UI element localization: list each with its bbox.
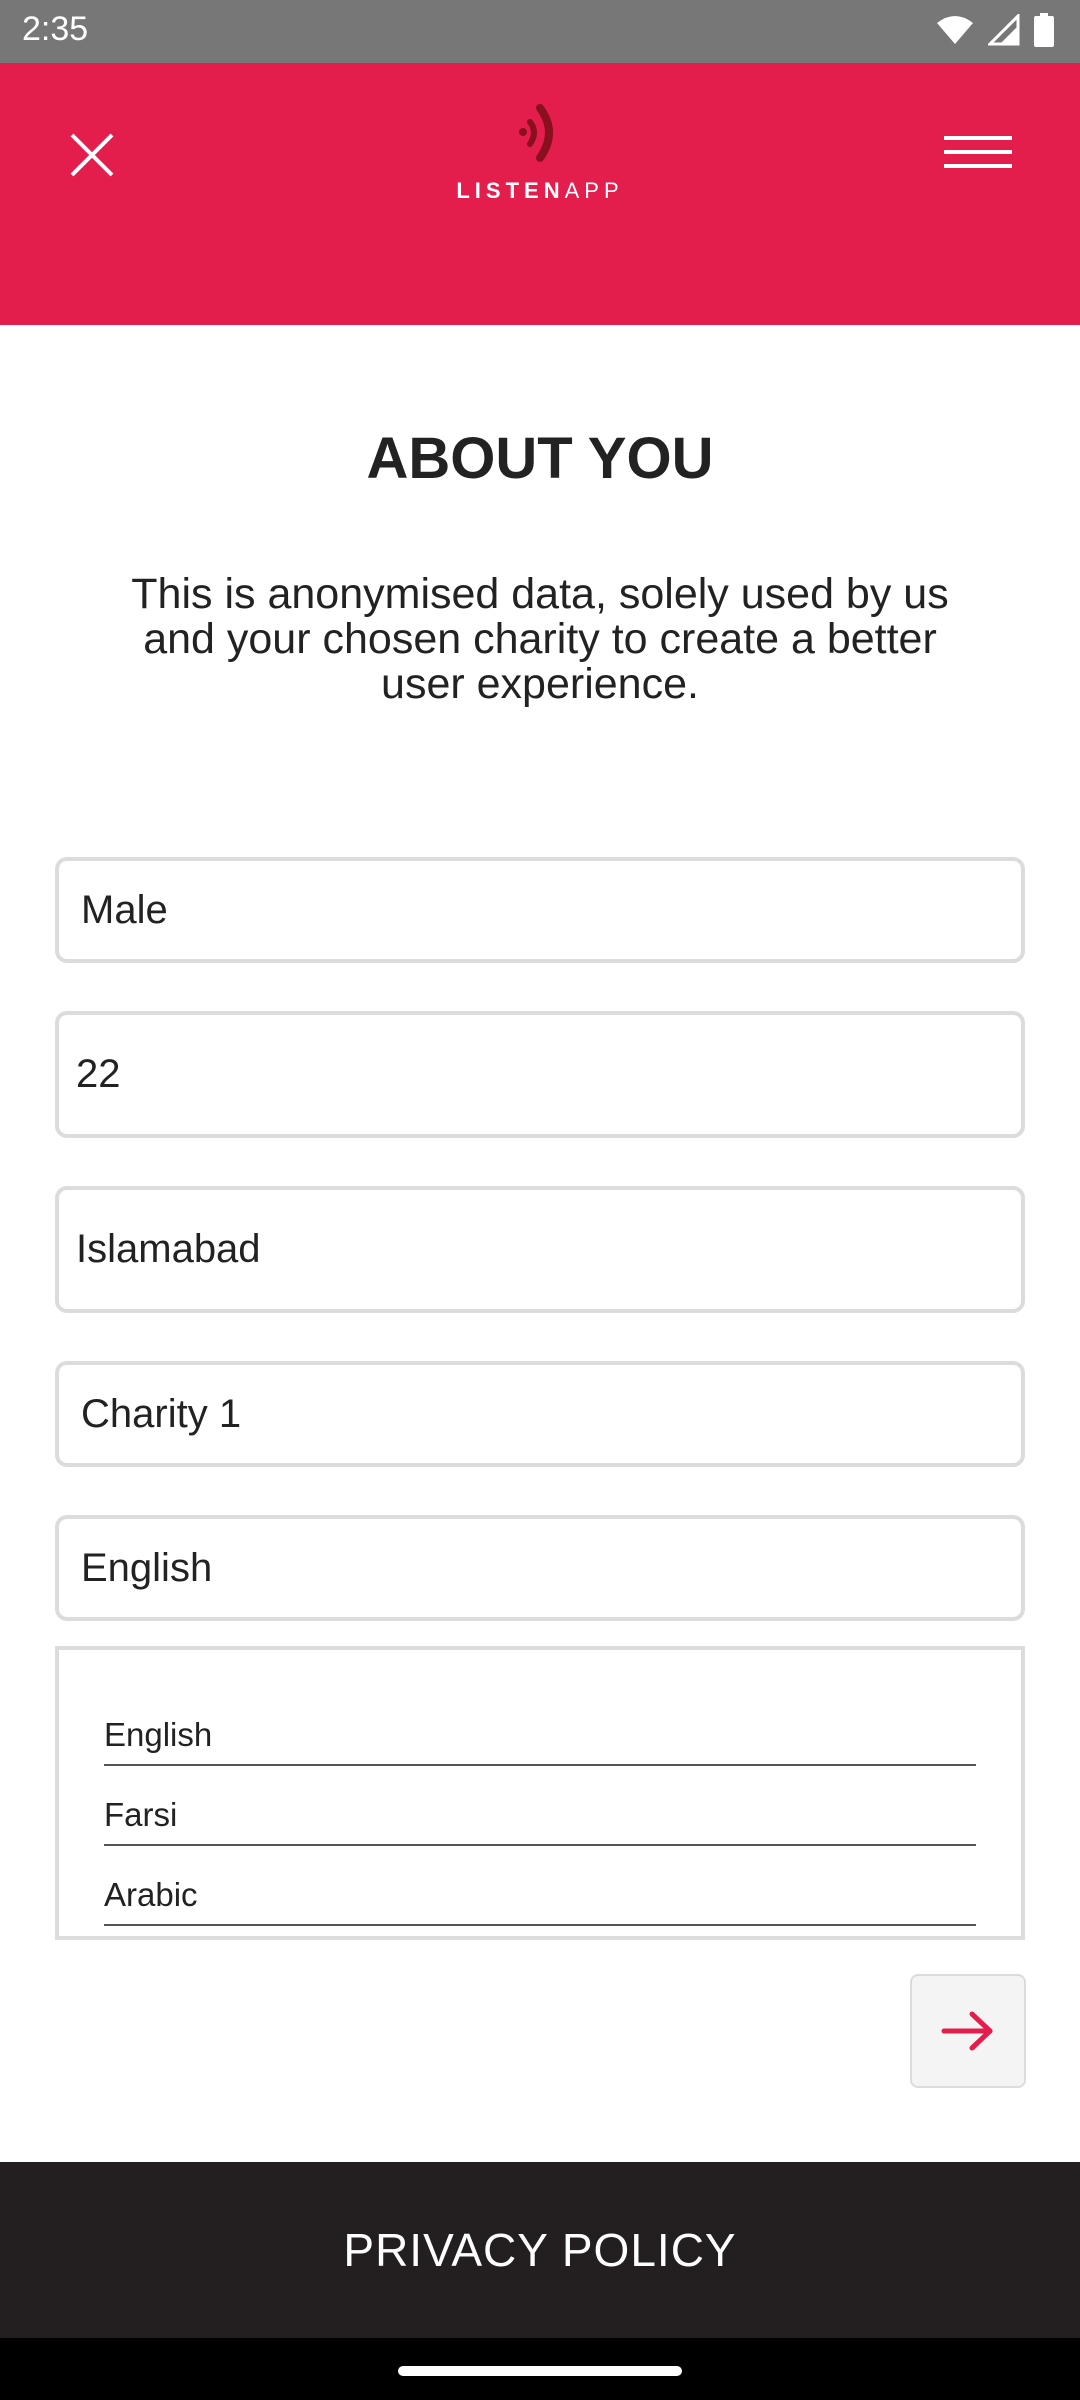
footer: PRIVACY POLICY xyxy=(0,2162,1080,2338)
gender-field[interactable]: Male xyxy=(55,857,1025,963)
language-option-arabic[interactable]: Arabic xyxy=(104,1846,976,1926)
privacy-policy-link[interactable]: PRIVACY POLICY xyxy=(343,2223,736,2277)
wifi-icon xyxy=(936,15,974,50)
status-bar: 2:35 xyxy=(0,0,1080,63)
next-button[interactable] xyxy=(910,1974,1026,2088)
city-field[interactable]: Islamabad xyxy=(55,1186,1025,1313)
listenapp-logo: LISTENAPP xyxy=(440,100,640,210)
close-button[interactable] xyxy=(62,125,122,185)
home-indicator[interactable] xyxy=(398,2366,682,2376)
sound-wave-icon xyxy=(519,104,553,162)
logo-text: LISTENAPP xyxy=(456,178,624,203)
language-field[interactable]: English xyxy=(55,1515,1025,1621)
page-subtitle: This is anonymised data, solely used by … xyxy=(131,570,949,708)
battery-icon xyxy=(1034,12,1054,52)
close-icon xyxy=(70,133,114,177)
page-title: ABOUT YOU xyxy=(366,426,714,491)
status-icons xyxy=(936,11,1054,52)
hamburger-menu-icon xyxy=(944,136,1012,168)
language-option-english[interactable]: English xyxy=(104,1686,976,1766)
language-dropdown-list: English Farsi Arabic xyxy=(55,1646,1025,1940)
arrow-right-icon xyxy=(941,2011,993,2051)
age-field[interactable]: 22 xyxy=(55,1011,1025,1138)
menu-button[interactable] xyxy=(942,133,1014,183)
charity-field[interactable]: Charity 1 xyxy=(55,1361,1025,1467)
signal-icon xyxy=(986,11,1020,51)
status-time: 2:35 xyxy=(22,10,89,48)
language-option-farsi[interactable]: Farsi xyxy=(104,1766,976,1846)
